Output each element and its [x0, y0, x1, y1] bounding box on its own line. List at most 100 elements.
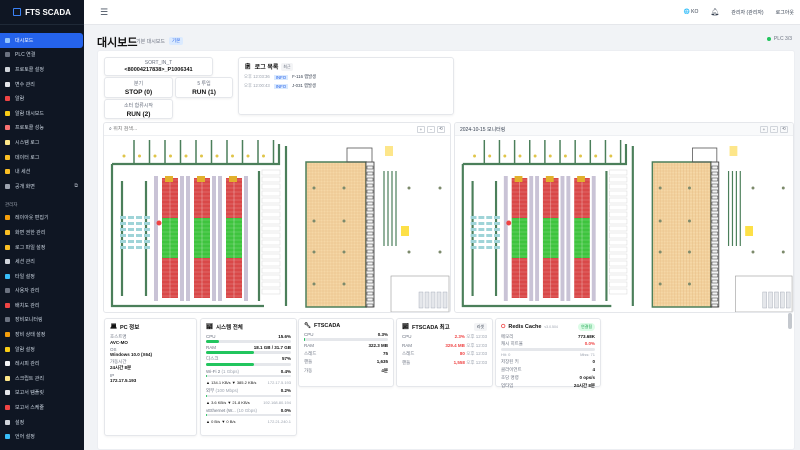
label-box [385, 146, 393, 156]
reset-peak-button[interactable]: 리셋 [473, 323, 487, 331]
sidebar-item-monitor[interactable]: 공개 화면 ⧉ [0, 179, 84, 194]
zoom-in-button[interactable]: + [760, 125, 768, 133]
sidebar-item-palette[interactable]: 레이아웃 편집기 [0, 211, 84, 226]
plug-icon [5, 52, 10, 58]
sidebar-item-label: 세션 관리 [15, 259, 35, 266]
menu-icon[interactable]: ☰ [100, 7, 108, 18]
network-name-text: Wi-Fi 2 [206, 368, 221, 374]
staging-slot [261, 204, 281, 211]
pin-icon [5, 302, 10, 308]
zoom-out-button[interactable]: − [427, 125, 435, 133]
row-value: 24시간 8분 [573, 382, 595, 388]
facility-layout[interactable] [455, 136, 794, 313]
sidebar-item-globe[interactable]: 언어 설정 [0, 429, 84, 444]
search-icon: ⌕ [109, 126, 112, 132]
redis-icon: ⭘ [501, 323, 506, 330]
sidebar-item-label: 설정 [15, 419, 25, 426]
sidebar-item-scroll[interactable]: 스크립트 관리 [0, 371, 84, 386]
zoom-in-button[interactable]: + [417, 125, 425, 133]
sidebar-item-chart[interactable]: 프로토콜 성능 [0, 121, 84, 136]
column-marker [312, 186, 316, 190]
storage-floor [651, 161, 712, 308]
location-search-input[interactable] [113, 126, 214, 132]
peak-row: 스레드 80 오후 12:03 [402, 351, 487, 357]
marker [488, 154, 492, 158]
sidebar-item-folder[interactable]: 로그 파일 설정 [0, 240, 84, 255]
sidebar-item-clipboard[interactable]: 보고서 템플릿 [0, 386, 84, 401]
station [478, 222, 485, 225]
sidebar-item-clipboard[interactable]: 변수 관리 [0, 77, 84, 92]
peak-time: 오후 12:03 [466, 351, 487, 356]
card-title: 시스템 전체 [215, 325, 243, 331]
sidebar-item-label: 레이아웃 편집기 [15, 215, 49, 222]
reset-view-button[interactable]: ⟲ [437, 125, 445, 133]
staging-slot [261, 197, 281, 204]
column-marker [438, 186, 442, 190]
pc-field-value: 172.17.5.193 [110, 378, 137, 383]
layout-map-left[interactable]: ⌕ +−⟲ [103, 122, 451, 313]
ftscada-row: 가동 4분 [304, 368, 388, 374]
zoom-out-button[interactable]: − [770, 125, 778, 133]
staging-slot [609, 274, 628, 281]
sidebar-item-folder[interactable]: 데이터 로그 [0, 150, 84, 165]
app-logo[interactable]: FTS SCADA [0, 0, 84, 25]
sidebar-item-label: 로그 파일 설정 [15, 244, 46, 251]
log-filter[interactable]: 최근 [281, 62, 293, 71]
widget-sort-in[interactable]: SORT_IN_T <80004217838>_P1006341 [104, 57, 213, 76]
staging-slot [261, 169, 281, 176]
disk-label: 디스크 [206, 356, 219, 361]
bell-icon[interactable]: 🔔︎ [710, 8, 719, 16]
sidebar-item-dashboard[interactable]: 대시보드 [0, 33, 83, 48]
sidebar-item-gear[interactable]: 설정 [0, 415, 84, 430]
rack-aisle [566, 176, 571, 301]
lock-icon [5, 169, 10, 175]
reset-view-button[interactable]: ⟲ [780, 125, 788, 133]
sidebar-item-bell[interactable]: 알람 설정 [0, 342, 84, 357]
language-selector[interactable]: 🌐 KO [684, 9, 699, 15]
sidebar-item-users[interactable]: 사용자 관리 [0, 284, 84, 299]
row-label: 클라이언트 [501, 366, 522, 372]
staging-slot [261, 253, 281, 260]
scrollbar[interactable] [788, 313, 792, 329]
upload-rate: ▲ 3.6 KB/s [206, 399, 227, 405]
sidebar-item-folder-lock[interactable]: 화면 권한 관리 [0, 225, 84, 240]
logout-button[interactable]: 로그아웃 [776, 9, 794, 16]
conveyor [383, 171, 397, 246]
sidebar-item-mail[interactable]: 레시피 관리 [0, 356, 84, 371]
sidebar-item-monitor[interactable]: 장비모니터링 [0, 313, 84, 328]
log-message: J-031 랩발생 [292, 83, 316, 88]
plc-status-text: PLC 3/3 [773, 36, 792, 42]
sidebar-item-alarm[interactable]: 알람 [0, 91, 84, 106]
sidebar-item-eye[interactable]: 세션 관리 [0, 254, 84, 269]
station [494, 246, 500, 249]
column-marker [781, 250, 785, 254]
station [128, 240, 134, 243]
sidebar-item-plug[interactable]: PLC 연결 [0, 48, 84, 63]
sidebar-item-scroll[interactable]: 시스템 로그 [0, 135, 84, 150]
sidebar-item-lock[interactable]: 내 세션 [0, 164, 84, 179]
sidebar-item-bell[interactable]: 알람 대시보드 [0, 106, 84, 121]
sidebar-item-alarm-clock[interactable]: 보고서 스케줄 [0, 400, 84, 415]
station [486, 246, 493, 249]
row-label: 스레드 [304, 350, 317, 356]
rack-aisle [218, 176, 222, 301]
staging-slot [609, 169, 628, 176]
widget-value: STOP (0) [124, 89, 153, 96]
staging-slot [261, 232, 281, 239]
layout-map-right[interactable]: 2024-10-15 모니터링 + − ⟲ [454, 122, 794, 313]
user-menu[interactable]: 관리자 (관리자) [731, 9, 763, 16]
sidebar-item-crane[interactable]: 장비 상태 설정 [0, 327, 84, 342]
sidebar-item-gear[interactable]: 프로토콜 설정 [0, 62, 84, 77]
sidebar-item-pin[interactable]: 배치도 관리 [0, 298, 84, 313]
widget-input-5[interactable]: 5 투입 RUN (1) [175, 77, 233, 98]
widget-sorter-merge[interactable]: 소터 합류시작 RUN (2) [104, 99, 173, 119]
widget-branch[interactable]: 분기 STOP (0) [104, 77, 173, 98]
sidebar-item-globe[interactable]: 타일 설정 [0, 269, 84, 284]
peak-time: 오후 12:03 [466, 342, 487, 348]
desk [762, 291, 767, 309]
status-dot-icon [766, 37, 771, 41]
marker [609, 154, 613, 158]
network-ip: 172.21.240.1 [267, 418, 291, 424]
facility-layout[interactable] [104, 136, 451, 313]
marker [169, 154, 172, 158]
